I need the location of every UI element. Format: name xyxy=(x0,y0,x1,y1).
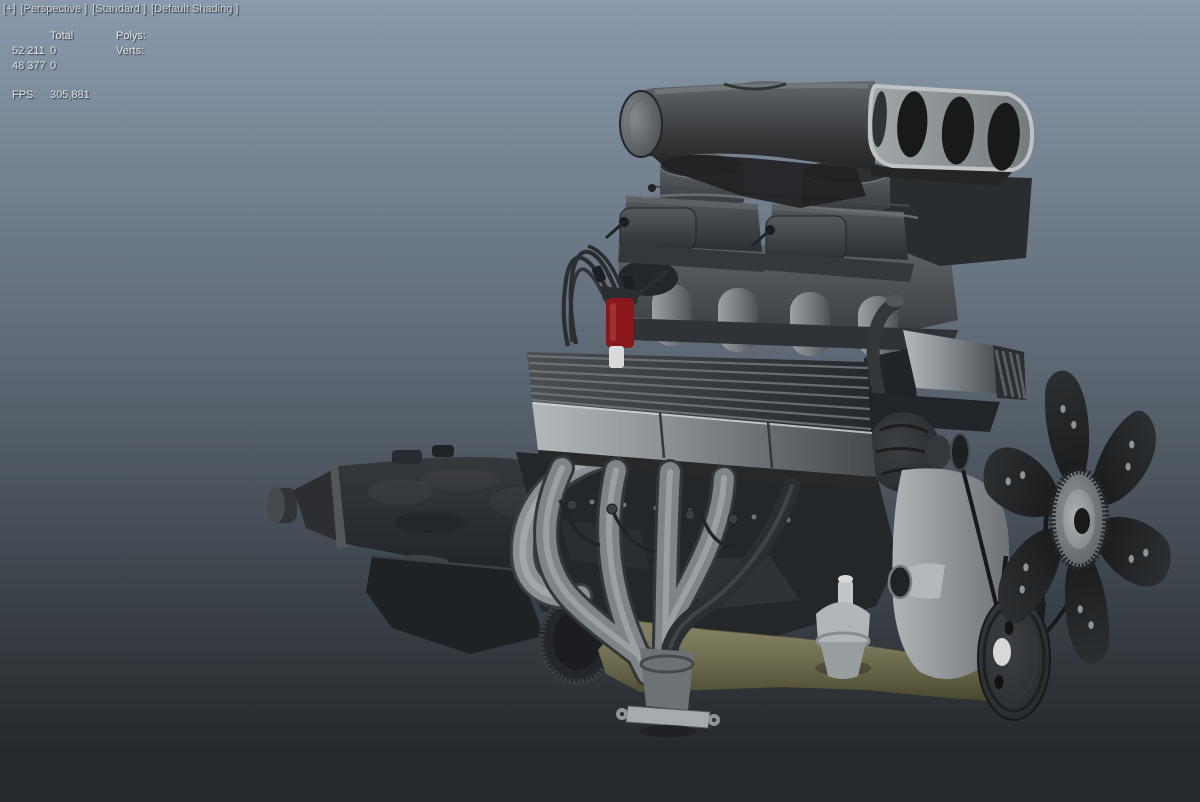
collector-flange xyxy=(625,705,711,729)
water-pump-opening xyxy=(887,564,913,600)
coil-bracket xyxy=(609,346,624,368)
stats-polys-label: Polys: xyxy=(116,30,146,42)
viewport-menu-renderer[interactable]: [Standard ] xyxy=(92,3,146,15)
3d-viewport[interactable]: [+] [Perspective ] [Standard ] [Default … xyxy=(0,0,1200,802)
trans-tail-cap xyxy=(267,487,285,523)
fan-clutch-hub xyxy=(1048,467,1110,571)
stats-column-header: Total xyxy=(50,30,74,42)
stats-verts-selected: 0 xyxy=(50,60,57,72)
stats-verts-label: Verts: xyxy=(116,45,145,57)
fuel-pump-dome xyxy=(816,602,870,649)
alternator-pulley xyxy=(950,433,970,471)
viewport-menu-pov[interactable]: [Perspective ] xyxy=(21,3,88,15)
carb-float-bowl xyxy=(619,207,697,251)
viewport-label-bar: [+] [Perspective ] [Standard ] [Default … xyxy=(3,3,238,15)
engine-model-canvas[interactable] xyxy=(0,0,1200,802)
valve-cover-right xyxy=(903,330,1004,394)
viewport-menu-general[interactable]: [+] xyxy=(3,3,16,15)
stats-fps-value: 305,881 xyxy=(50,89,90,101)
stats-verts-total: 48 377 xyxy=(12,60,46,72)
viewport-menu-shading[interactable]: [Default Shading ] xyxy=(151,3,238,15)
stats-polys-selected: 0 xyxy=(50,45,57,57)
stats-fps-label: FPS: xyxy=(12,89,37,101)
viewport-statistics: Total Polys: 52 211 0 Verts: 48 377 0 FP… xyxy=(12,30,146,101)
scoop-end-cap xyxy=(619,90,663,158)
stats-polys-total: 52 211 xyxy=(12,45,45,57)
pulley-hole xyxy=(993,638,1011,666)
